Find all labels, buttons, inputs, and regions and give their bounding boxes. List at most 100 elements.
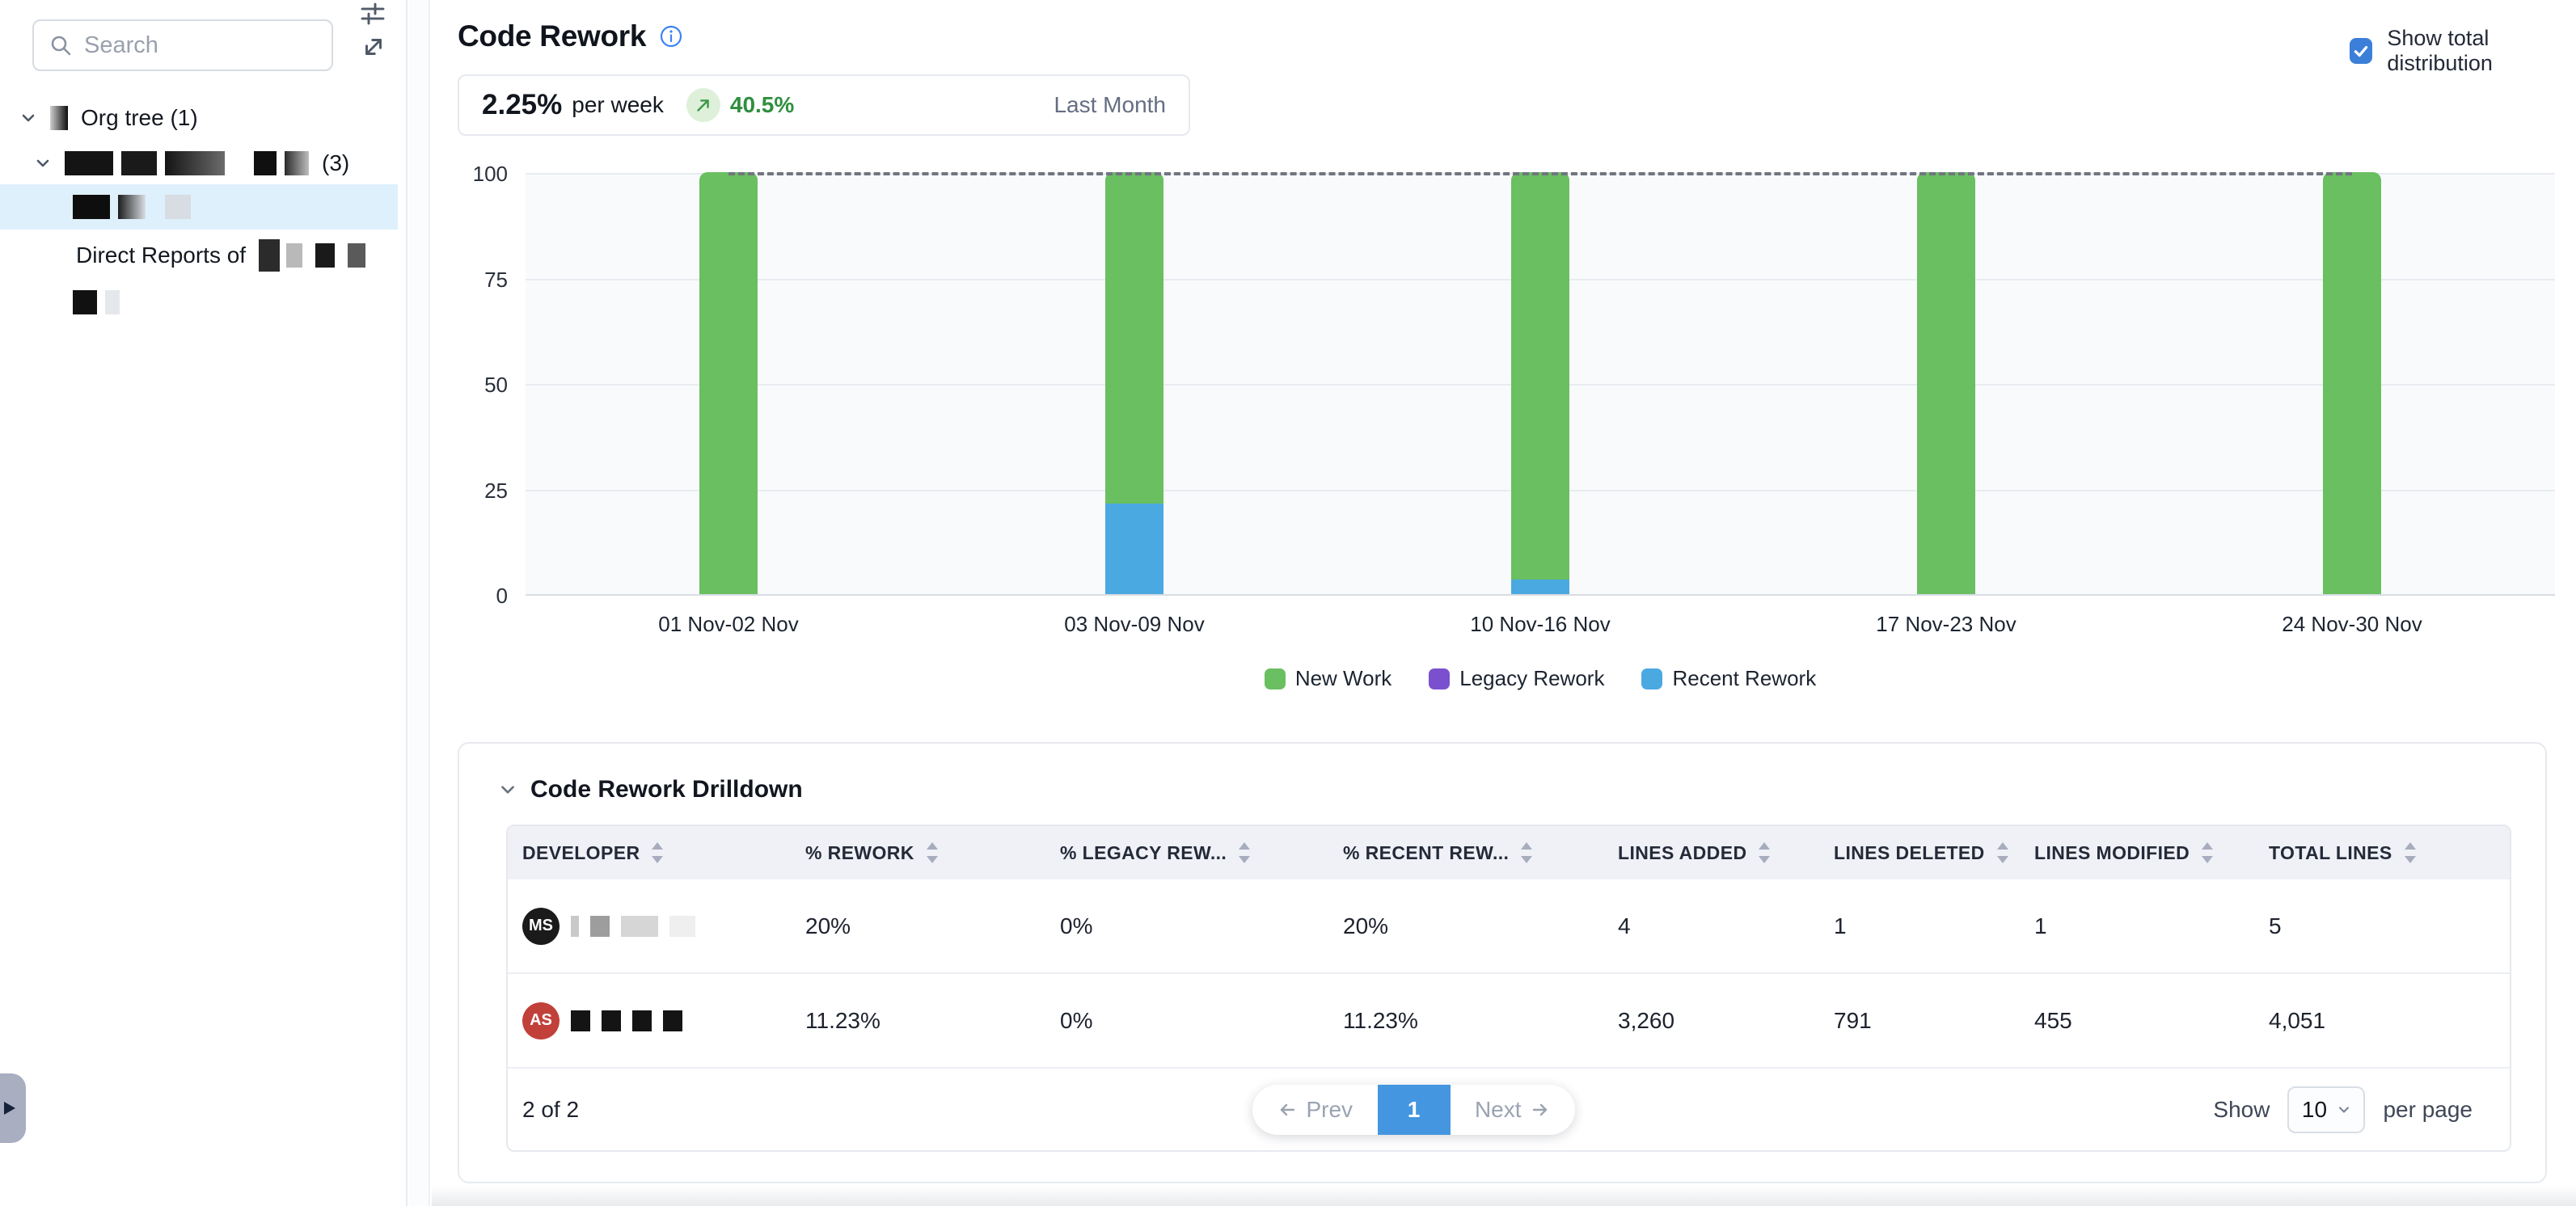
bar-segment-new-work[interactable] <box>1917 172 1975 594</box>
x-tick-label: 01 Nov-02 Nov <box>526 612 931 637</box>
bar-24 Nov-30 Nov[interactable] <box>2149 174 2555 594</box>
developer-cell: MS <box>522 908 805 945</box>
next-button[interactable]: Next <box>1451 1085 1576 1135</box>
table-cell: 4 <box>1618 913 1834 939</box>
table-cell: 791 <box>1834 1008 2034 1034</box>
avatar: AS <box>522 1002 560 1039</box>
bar-segment-new-work[interactable] <box>1511 172 1569 580</box>
search-input[interactable] <box>84 32 317 59</box>
column-header-lines-added[interactable]: LINES ADDED <box>1618 841 1834 864</box>
tree-item-team[interactable]: (3) <box>34 145 349 181</box>
page-size-value: 10 <box>2302 1097 2327 1123</box>
bar-segment-recent-rework[interactable] <box>1105 504 1163 594</box>
sidebar-scroll-gutter <box>409 0 430 1206</box>
drilldown-title: Code Rework Drilldown <box>530 776 803 803</box>
bar-01 Nov-02 Nov[interactable] <box>526 174 931 594</box>
column-header-legacy-rework[interactable]: % LEGACY REW... <box>1060 841 1343 864</box>
tree-item-user[interactable] <box>73 283 120 322</box>
table-cell: 20% <box>805 913 1060 939</box>
x-tick-label: 17 Nov-23 Nov <box>1743 612 2149 637</box>
column-header-developer[interactable]: DEVELOPER <box>522 841 805 864</box>
page-size-select[interactable]: 10 <box>2287 1086 2365 1133</box>
table-cell: 0% <box>1060 1008 1343 1034</box>
redacted-name <box>259 239 365 272</box>
expand-panel-icon[interactable] <box>356 29 391 65</box>
arrow-left-icon <box>1277 1099 1298 1120</box>
page-size-control: Show 10 per page <box>2213 1086 2473 1133</box>
trend-up-icon <box>686 88 720 122</box>
y-tick-label: 0 <box>496 584 508 609</box>
search-box[interactable] <box>32 19 333 71</box>
toggle-label: Show total distribution <box>2387 26 2576 76</box>
chart-plot[interactable] <box>526 174 2555 596</box>
panel-collapse-handle[interactable] <box>0 1073 26 1143</box>
sort-icon[interactable] <box>1238 841 1251 864</box>
show-total-distribution-toggle[interactable]: Show total distribution <box>2350 26 2576 76</box>
info-icon[interactable] <box>659 24 683 48</box>
x-tick-label: 24 Nov-30 Nov <box>2149 612 2555 637</box>
legend-label: Legacy Rework <box>1459 666 1604 691</box>
legend-item-new-work[interactable]: New Work <box>1265 666 1391 691</box>
table-cell: 3,260 <box>1618 1008 1834 1034</box>
legend-item-recent-rework[interactable]: Recent Rework <box>1641 666 1816 691</box>
sort-icon[interactable] <box>1520 841 1533 864</box>
column-header-lines-modified[interactable]: LINES MODIFIED <box>2034 841 2269 864</box>
redacted-name <box>669 916 695 937</box>
y-tick-label: 100 <box>473 162 508 187</box>
table-header-row: DEVELOPER % REWORK % LEGACY REW... % REC… <box>508 826 2510 879</box>
tree-item-direct-reports[interactable]: Direct Reports of <box>76 236 365 275</box>
sort-icon[interactable] <box>926 841 939 864</box>
column-header-total-lines[interactable]: TOTAL LINES <box>2269 841 2510 864</box>
prev-label: Prev <box>1306 1097 1353 1123</box>
drilldown-table: DEVELOPER % REWORK % LEGACY REW... % REC… <box>506 824 2511 1152</box>
legend-label: New Work <box>1295 666 1391 691</box>
prev-button[interactable]: Prev <box>1252 1085 1378 1135</box>
column-header-lines-deleted[interactable]: LINES DELETED <box>1834 841 2034 864</box>
column-label: % REWORK <box>805 842 914 864</box>
bar-segment-new-work[interactable] <box>699 172 758 594</box>
legend-item-legacy-rework[interactable]: Legacy Rework <box>1429 666 1604 691</box>
tree-item-count: (3) <box>322 150 349 176</box>
table-body: MS20%0%20%4115AS11.23%0%11.23%3,26079145… <box>508 879 2510 1069</box>
bottom-scroll-fade <box>432 1185 2576 1206</box>
table-row[interactable]: MS20%0%20%4115 <box>508 879 2510 974</box>
tree-item-org-root[interactable]: Org tree (1) <box>19 100 198 136</box>
sort-icon[interactable] <box>1758 841 1771 864</box>
column-label: DEVELOPER <box>522 842 640 864</box>
sort-icon[interactable] <box>1996 841 2009 864</box>
bar-segment-new-work[interactable] <box>1105 172 1163 504</box>
bar-03 Nov-09 Nov[interactable] <box>931 174 1337 594</box>
x-tick-label: 03 Nov-09 Nov <box>931 612 1337 637</box>
table-cell: 0% <box>1060 913 1343 939</box>
chevron-down-icon[interactable] <box>498 780 517 799</box>
page-1-button[interactable]: 1 <box>1378 1085 1451 1135</box>
y-tick-label: 75 <box>484 268 508 293</box>
drilldown-collapse-toggle[interactable]: Code Rework Drilldown <box>498 776 803 803</box>
column-header-recent-rework[interactable]: % RECENT REW... <box>1343 841 1618 864</box>
legend-swatch <box>1265 668 1286 689</box>
chart-legend: New Work Legacy Rework Recent Rework <box>526 666 2555 691</box>
bar-17 Nov-23 Nov[interactable] <box>1743 174 2149 594</box>
checkbox-checked-icon[interactable] <box>2350 38 2372 64</box>
column-label: TOTAL LINES <box>2269 842 2392 864</box>
bar-10 Nov-16 Nov[interactable] <box>1337 174 1743 594</box>
filter-icon[interactable] <box>359 0 386 27</box>
column-header-rework[interactable]: % REWORK <box>805 841 1060 864</box>
bar-segment-recent-rework[interactable] <box>1511 580 1569 594</box>
developer-cell: AS <box>522 1002 805 1039</box>
table-cell: 455 <box>2034 1008 2269 1034</box>
pagination: Prev 1 Next <box>1252 1085 1575 1135</box>
table-row[interactable]: AS11.23%0%11.23%3,2607914554,051 <box>508 974 2510 1069</box>
x-axis-labels: 01 Nov-02 Nov03 Nov-09 Nov10 Nov-16 Nov1… <box>526 596 2555 637</box>
tree-item-selected[interactable] <box>0 184 398 230</box>
stat-period: Last Month <box>1054 92 1166 118</box>
chevron-down-icon[interactable] <box>34 154 52 172</box>
bar-segment-new-work[interactable] <box>2323 172 2381 594</box>
sort-icon[interactable] <box>651 841 664 864</box>
rework-chart: 0255075100 01 Nov-02 Nov03 Nov-09 Nov10 … <box>458 174 2555 691</box>
y-tick-label: 50 <box>484 373 508 398</box>
sort-icon[interactable] <box>2404 841 2417 864</box>
column-label: % LEGACY REW... <box>1060 842 1227 864</box>
sort-icon[interactable] <box>2201 841 2214 864</box>
chevron-down-icon[interactable] <box>19 109 37 127</box>
